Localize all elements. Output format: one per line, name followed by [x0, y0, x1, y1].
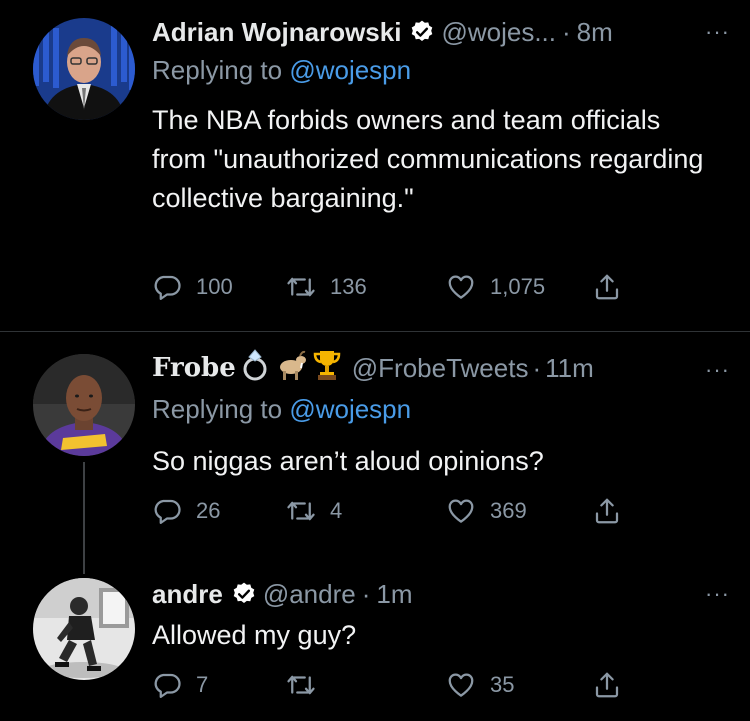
separator: · [562, 16, 571, 47]
like-count: 35 [490, 672, 515, 697]
mention-link[interactable]: @wojespn [289, 55, 411, 85]
share-icon [595, 274, 619, 300]
retweet-icon [287, 277, 315, 297]
replying-prefix: Replying to [152, 55, 283, 85]
timestamp[interactable]: 11m [545, 353, 594, 384]
retweet-count: 4 [330, 498, 343, 523]
separator: · [361, 578, 371, 609]
verified-icon [231, 581, 257, 607]
retweet-icon [287, 675, 315, 695]
share-button[interactable] [592, 667, 622, 703]
share-icon [595, 498, 619, 524]
like-count: 369 [490, 498, 527, 523]
retweet-button[interactable]: 136 [286, 269, 367, 305]
replying-to: Replying to @wojespn [152, 55, 411, 86]
verified-icon [409, 19, 435, 45]
author-name[interactable]: andre [152, 579, 223, 610]
avatar[interactable] [33, 578, 135, 680]
like-button[interactable]: 1,075 [446, 269, 545, 305]
reply-icon [154, 275, 181, 300]
like-icon [448, 275, 474, 299]
author-name[interactable]: Adrian Wojnarowski [152, 17, 401, 48]
goat-emoji [274, 349, 308, 388]
retweet-button[interactable] [286, 667, 330, 703]
separator: · [532, 352, 542, 383]
reply-icon [154, 673, 181, 698]
tweet-frobe[interactable]: Frobe @FrobeTweets · 11m ··· Replying to… [0, 332, 750, 574]
share-button[interactable] [592, 269, 622, 305]
author-handle[interactable]: @wojes... [441, 17, 556, 48]
ring-emoji [240, 348, 270, 389]
avatar[interactable] [33, 354, 135, 456]
more-icon[interactable]: ··· [705, 14, 730, 50]
timestamp[interactable]: 1m [376, 579, 412, 610]
like-count: 1,075 [490, 274, 546, 299]
mention-link[interactable]: @wojespn [289, 394, 411, 424]
timestamp[interactable]: 8m [577, 17, 613, 48]
share-button[interactable] [592, 493, 622, 529]
like-icon [448, 499, 474, 523]
author-handle[interactable]: @FrobeTweets [352, 353, 529, 384]
retweet-count: 136 [330, 274, 367, 299]
tweet-text: So niggas aren’t aloud opinions? [152, 446, 544, 476]
like-button[interactable]: 35 [446, 667, 514, 703]
like-button[interactable]: 369 [446, 493, 527, 529]
more-icon[interactable]: ··· [705, 576, 730, 612]
replying-prefix: Replying to [152, 394, 283, 424]
author-handle[interactable]: @andre [263, 579, 356, 610]
reply-button[interactable]: 7 [152, 667, 208, 703]
tweet-andre[interactable]: andre @andre · 1m ··· Allowed my guy? 7 … [0, 572, 750, 721]
reply-count: 100 [196, 274, 233, 299]
action-bar: 7 35 [152, 667, 652, 703]
reply-button[interactable]: 26 [152, 493, 220, 529]
share-icon [595, 672, 619, 698]
reply-count: 7 [196, 672, 209, 697]
replying-to: Replying to @wojespn [152, 394, 411, 425]
action-bar: 100 136 1,075 [152, 269, 652, 305]
reply-icon [154, 499, 181, 524]
reply-count: 26 [196, 498, 221, 523]
like-icon [448, 673, 474, 697]
tweet-text: Allowed my guy? [152, 620, 357, 650]
author-name[interactable]: Frobe [152, 353, 236, 383]
action-bar: 26 4 369 [152, 493, 652, 529]
reply-button[interactable]: 100 [152, 269, 233, 305]
retweet-icon [287, 501, 315, 521]
more-icon[interactable]: ··· [705, 352, 730, 388]
tweet-text: The NBA forbids owners and team official… [152, 105, 704, 213]
retweet-button[interactable]: 4 [286, 493, 342, 529]
tweet-woj[interactable]: Adrian Wojnarowski @wojes... · 8m ··· Re… [0, 0, 750, 332]
thread-line [83, 462, 85, 574]
trophy-emoji [312, 348, 342, 389]
avatar[interactable] [33, 18, 135, 120]
